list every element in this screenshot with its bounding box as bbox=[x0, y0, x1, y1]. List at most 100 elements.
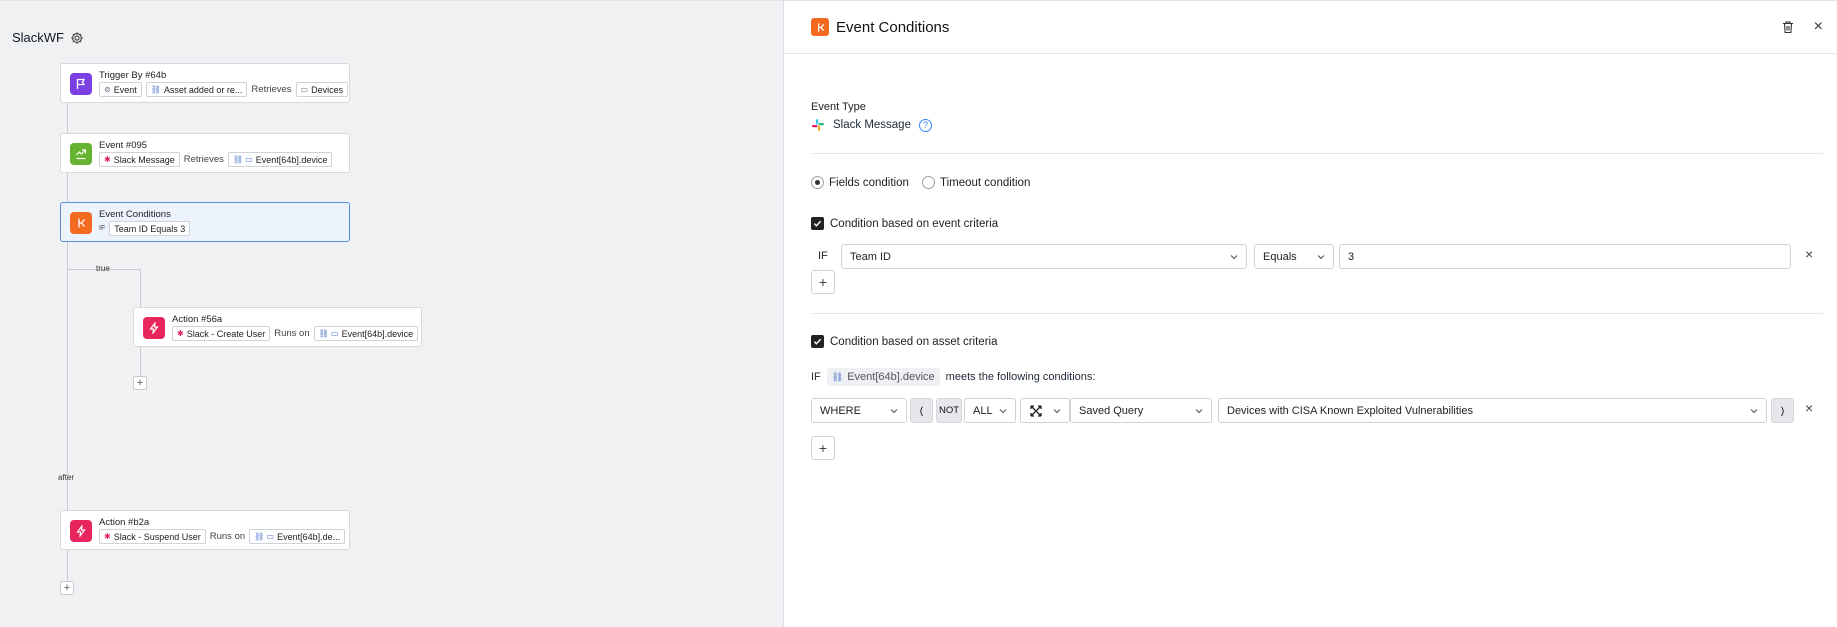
node-connector-text: Runs on bbox=[274, 328, 310, 339]
asset-criteria-row: IF ⛓ Event[64b].device meets the followi… bbox=[811, 368, 1095, 386]
node-title: Event Conditions bbox=[99, 209, 171, 220]
event-value-input[interactable]: 3 bbox=[1339, 244, 1791, 269]
node-connector-text: Retrieves bbox=[251, 84, 292, 95]
event-conditions-panel: Event Conditions × Event Type Slack Mess… bbox=[783, 0, 1837, 627]
branch-icon bbox=[811, 18, 829, 36]
branch-icon bbox=[70, 212, 92, 234]
connector-line bbox=[67, 242, 68, 510]
connector-line bbox=[140, 346, 141, 376]
branch-after-label: after bbox=[58, 473, 75, 482]
event-type-value: Slack Message bbox=[833, 119, 911, 131]
device-icon: ▭ bbox=[300, 85, 309, 94]
event-criteria-checkbox[interactable] bbox=[811, 217, 824, 230]
remove-asset-condition-icon[interactable]: × bbox=[1805, 400, 1813, 416]
node-action-56a[interactable]: Action #56a ✱ Slack - Create User Runs on… bbox=[133, 307, 422, 347]
connector-line bbox=[67, 172, 68, 203]
if-label: IF bbox=[811, 371, 821, 383]
asset-criteria-checkbox[interactable] bbox=[811, 335, 824, 348]
chevron-down-icon bbox=[1230, 254, 1238, 259]
node-chip: Team ID Equals 3 bbox=[109, 221, 191, 236]
timeout-condition-label: Timeout condition bbox=[940, 177, 1031, 189]
flag-icon bbox=[70, 73, 92, 95]
chevron-down-icon bbox=[1053, 408, 1061, 413]
help-icon[interactable]: ? bbox=[918, 118, 932, 132]
remove-condition-icon[interactable]: × bbox=[1805, 246, 1813, 262]
asset-criteria-label: Condition based on asset criteria bbox=[830, 336, 998, 348]
where-select[interactable]: WHERE bbox=[811, 398, 907, 423]
bolt-icon bbox=[143, 317, 165, 339]
workflow-name: SlackWF bbox=[12, 30, 64, 45]
workflow-canvas[interactable]: SlackWF Trigger By #64b ⊚ Event ⛓ Asset ad… bbox=[0, 0, 783, 627]
node-event[interactable]: Event #095 ✱ Slack Message Retrieves ⛓ ▭ E… bbox=[60, 133, 350, 173]
if-label: IF bbox=[818, 250, 828, 262]
event-type-row: Slack Message ? bbox=[811, 118, 932, 132]
workflow-title: SlackWF bbox=[12, 30, 84, 45]
saved-query-select[interactable]: Devices with CISA Known Exploited Vulner… bbox=[1218, 398, 1767, 423]
asset-icon: ⛓ bbox=[150, 85, 161, 94]
add-event-condition-button[interactable]: + bbox=[811, 270, 835, 294]
node-event-conditions[interactable]: Event Conditions IF Team ID Equals 3 bbox=[60, 202, 350, 242]
node-chip: ⊚ Event bbox=[99, 82, 142, 97]
asset-icon: ⛓ ▭ bbox=[254, 532, 275, 541]
panel-title: Event Conditions bbox=[836, 19, 950, 36]
event-field-select[interactable]: Team ID bbox=[841, 244, 1247, 269]
adapter-select[interactable] bbox=[1020, 398, 1070, 423]
close-paren-toggle[interactable]: ) bbox=[1771, 398, 1794, 423]
node-chip: ✱ Slack - Suspend User bbox=[99, 529, 206, 544]
bolt-icon bbox=[70, 520, 92, 542]
node-chip: ⛓ ▭ Event[64b].de... bbox=[249, 529, 346, 544]
node-action-b2a[interactable]: Action #b2a ✱ Slack - Suspend User Runs o… bbox=[60, 510, 350, 550]
all-select[interactable]: ALL bbox=[964, 398, 1016, 423]
branch-true-label: true bbox=[96, 264, 110, 273]
node-title: Event #095 bbox=[99, 140, 148, 151]
node-title: Trigger By #64b bbox=[99, 70, 167, 81]
event-type-label: Event Type bbox=[811, 101, 866, 113]
node-trigger[interactable]: Trigger By #64b ⊚ Event ⛓ Asset added or r… bbox=[60, 63, 350, 103]
not-toggle[interactable]: NOT bbox=[936, 398, 962, 423]
condition-type-select[interactable]: Saved Query bbox=[1070, 398, 1212, 423]
connector-line bbox=[67, 102, 68, 133]
slack-icon: ✱ bbox=[177, 329, 184, 338]
event-criteria-label: Condition based on event criteria bbox=[830, 218, 999, 230]
open-paren-toggle[interactable]: ( bbox=[910, 398, 933, 423]
fields-condition-radio[interactable] bbox=[811, 176, 824, 189]
slack-icon bbox=[812, 119, 824, 131]
node-chip: ⛓ ▭ Event[64b].device bbox=[227, 152, 333, 167]
asset-icon: ⛓ bbox=[831, 371, 844, 382]
if-label: IF bbox=[99, 225, 106, 232]
node-title: Action #56a bbox=[172, 314, 223, 325]
timeout-condition-radio[interactable] bbox=[922, 176, 935, 189]
event-operator-select[interactable]: Equals bbox=[1254, 244, 1334, 269]
node-title: Action #b2a bbox=[99, 517, 150, 528]
asset-criteria-suffix: meets the following conditions: bbox=[945, 371, 1096, 383]
slack-icon: ✱ bbox=[104, 155, 111, 164]
node-chip: ▭ Devices bbox=[295, 82, 349, 97]
chevron-down-icon bbox=[999, 408, 1007, 413]
event-handshake-icon bbox=[70, 143, 92, 165]
slack-icon: ✱ bbox=[104, 532, 111, 541]
chevron-down-icon bbox=[1317, 254, 1325, 259]
chevron-down-icon bbox=[1750, 408, 1758, 413]
add-asset-condition-button[interactable]: + bbox=[811, 436, 835, 460]
connector-line bbox=[140, 269, 141, 307]
gear-icon[interactable] bbox=[70, 31, 84, 45]
divider bbox=[811, 153, 1823, 154]
expand-arrows-icon bbox=[1030, 404, 1042, 417]
chevron-down-icon bbox=[890, 408, 898, 413]
node-chip: ⛓ Asset added or re... bbox=[145, 82, 248, 97]
node-connector-text: Retrieves bbox=[183, 154, 224, 165]
divider bbox=[811, 313, 1823, 314]
add-step-button[interactable]: + bbox=[133, 376, 147, 390]
close-icon[interactable]: × bbox=[1814, 18, 1823, 36]
asset-icon: ⛓ ▭ bbox=[318, 329, 339, 338]
add-step-button[interactable]: + bbox=[60, 581, 74, 595]
connector-line bbox=[67, 550, 68, 583]
node-chip: ✱ Slack - Create User bbox=[172, 326, 271, 341]
chevron-down-icon bbox=[1195, 408, 1203, 413]
asset-icon: ⛓ ▭ bbox=[232, 155, 253, 164]
fields-condition-label: Fields condition bbox=[829, 177, 909, 189]
trash-icon[interactable] bbox=[1781, 20, 1795, 34]
asset-entity-chip: ⛓ Event[64b].device bbox=[826, 368, 940, 386]
node-chip: ⛓ ▭ Event[64b].device bbox=[313, 326, 419, 341]
event-icon: ⊚ bbox=[104, 85, 111, 94]
